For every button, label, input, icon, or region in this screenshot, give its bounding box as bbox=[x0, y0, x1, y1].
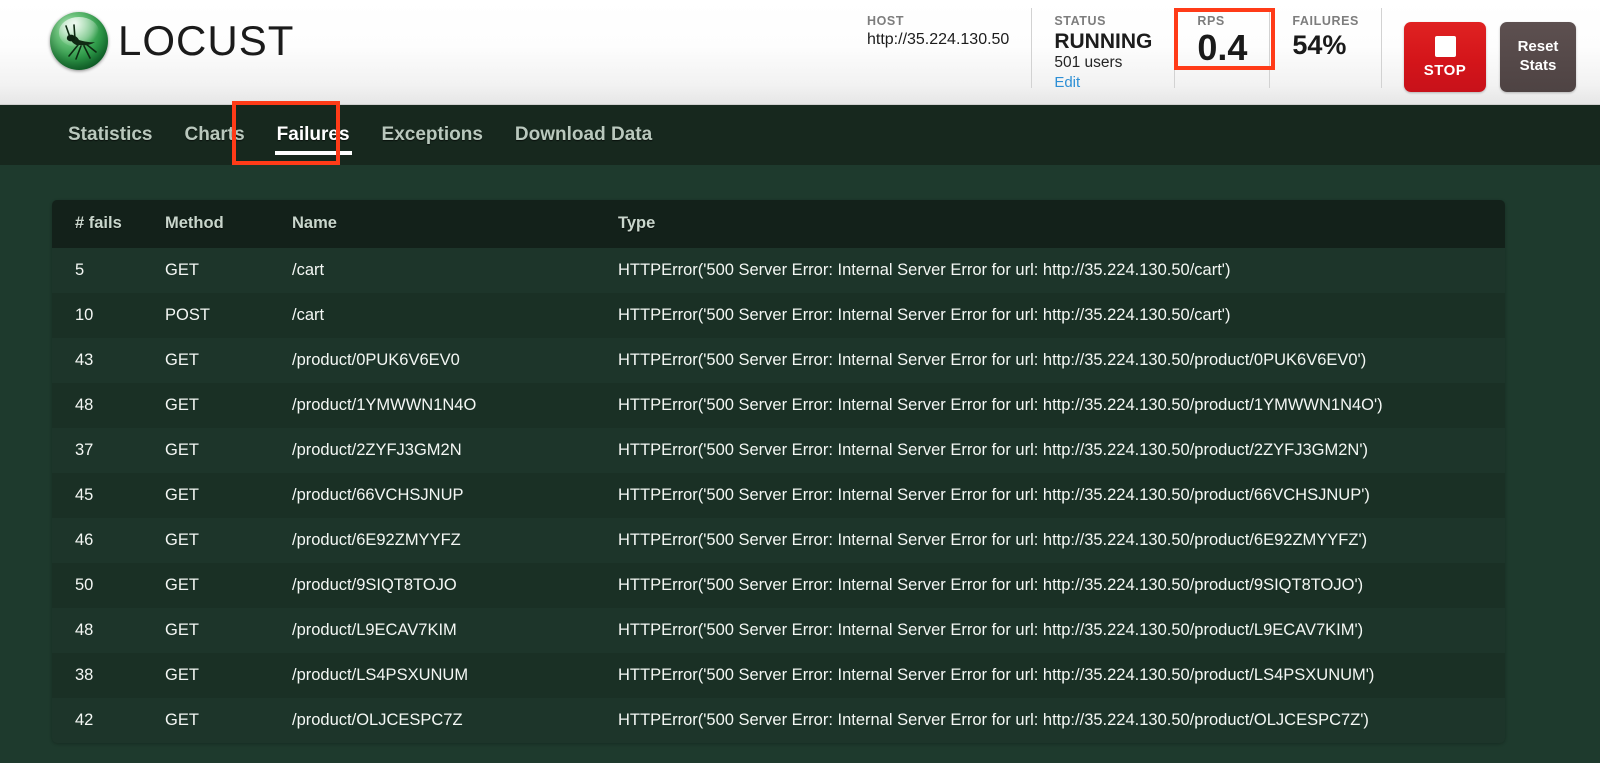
column-header-method[interactable]: Method bbox=[165, 200, 292, 248]
cell-type: HTTPError('500 Server Error: Internal Se… bbox=[618, 338, 1505, 383]
stop-button-label: STOP bbox=[1424, 62, 1467, 79]
cell-name: /product/OLJCESPC7Z bbox=[292, 698, 618, 743]
tab-statistics[interactable]: Statistics bbox=[52, 105, 168, 165]
brand-name: LOCUST bbox=[118, 17, 294, 65]
cell-name: /product/LS4PSXUNUM bbox=[292, 653, 618, 698]
cell-fails: 37 bbox=[52, 428, 165, 473]
cell-method: GET bbox=[165, 518, 292, 563]
rps-value: 0.4 bbox=[1197, 30, 1247, 66]
host-value: http://35.224.130.50 bbox=[867, 31, 1009, 49]
table-row[interactable]: 45GET/product/66VCHSJNUPHTTPError('500 S… bbox=[52, 473, 1505, 518]
stat-failures: FAILURES 54% bbox=[1270, 8, 1382, 88]
stat-rps: RPS 0.4 bbox=[1175, 8, 1270, 88]
cell-fails: 5 bbox=[52, 248, 165, 293]
failures-table: # fails Method Name Type 5GET/cartHTTPEr… bbox=[52, 200, 1505, 743]
cell-type: HTTPError('500 Server Error: Internal Se… bbox=[618, 473, 1505, 518]
stop-button[interactable]: STOP bbox=[1404, 22, 1486, 92]
stop-square-icon bbox=[1435, 36, 1456, 57]
cell-name: /product/66VCHSJNUP bbox=[292, 473, 618, 518]
brand-logo: LOCUST bbox=[50, 12, 294, 70]
cell-type: HTTPError('500 Server Error: Internal Se… bbox=[618, 563, 1505, 608]
status-user-count: 501 users bbox=[1054, 53, 1152, 73]
table-row[interactable]: 37GET/product/2ZYFJ3GM2NHTTPError('500 S… bbox=[52, 428, 1505, 473]
reset-stats-button[interactable]: Reset Stats bbox=[1500, 22, 1576, 92]
cell-method: POST bbox=[165, 293, 292, 338]
cell-name: /product/0PUK6V6EV0 bbox=[292, 338, 618, 383]
failures-label: FAILURES bbox=[1292, 14, 1359, 28]
cell-method: GET bbox=[165, 383, 292, 428]
cell-type: HTTPError('500 Server Error: Internal Se… bbox=[618, 293, 1505, 338]
table-body: 5GET/cartHTTPError('500 Server Error: In… bbox=[52, 248, 1505, 743]
host-label: HOST bbox=[867, 14, 1009, 28]
cell-type: HTTPError('500 Server Error: Internal Se… bbox=[618, 428, 1505, 473]
cell-name: /product/1YMWWN1N4O bbox=[292, 383, 618, 428]
cell-name: /cart bbox=[292, 293, 618, 338]
cell-name: /product/6E92ZMYYFZ bbox=[292, 518, 618, 563]
cell-type: HTTPError('500 Server Error: Internal Se… bbox=[618, 653, 1505, 698]
table-row[interactable]: 46GET/product/6E92ZMYYFZHTTPError('500 S… bbox=[52, 518, 1505, 563]
cell-type: HTTPError('500 Server Error: Internal Se… bbox=[618, 383, 1505, 428]
header-stats: HOST http://35.224.130.50 STATUS RUNNING… bbox=[845, 0, 1600, 88]
cell-method: GET bbox=[165, 563, 292, 608]
cell-name: /product/9SIQT8TOJO bbox=[292, 563, 618, 608]
tab-charts[interactable]: Charts bbox=[168, 105, 260, 165]
table-row[interactable]: 10POST/cartHTTPError('500 Server Error: … bbox=[52, 293, 1505, 338]
column-header-name[interactable]: Name bbox=[292, 200, 618, 248]
cell-method: GET bbox=[165, 338, 292, 383]
cell-name: /product/L9ECAV7KIM bbox=[292, 608, 618, 653]
stat-host: HOST http://35.224.130.50 bbox=[845, 8, 1032, 88]
table-header-row: # fails Method Name Type bbox=[52, 200, 1505, 248]
table-row[interactable]: 42GET/product/OLJCESPC7ZHTTPError('500 S… bbox=[52, 698, 1505, 743]
rps-label: RPS bbox=[1197, 14, 1247, 28]
table-row[interactable]: 48GET/product/1YMWWN1N4OHTTPError('500 S… bbox=[52, 383, 1505, 428]
cell-type: HTTPError('500 Server Error: Internal Se… bbox=[618, 518, 1505, 563]
cell-type: HTTPError('500 Server Error: Internal Se… bbox=[618, 248, 1505, 293]
edit-link[interactable]: Edit bbox=[1054, 73, 1152, 93]
cell-fails: 38 bbox=[52, 653, 165, 698]
cell-fails: 46 bbox=[52, 518, 165, 563]
cell-method: GET bbox=[165, 248, 292, 293]
main-nav: Statistics Charts Failures Exceptions Do… bbox=[0, 105, 1600, 165]
cell-fails: 48 bbox=[52, 383, 165, 428]
cell-method: GET bbox=[165, 473, 292, 518]
tab-download-data[interactable]: Download Data bbox=[499, 105, 668, 165]
tab-failures[interactable]: Failures bbox=[261, 105, 366, 165]
stat-status: STATUS RUNNING 501 users Edit bbox=[1032, 8, 1175, 88]
locust-insect-glyph bbox=[50, 12, 108, 70]
cell-fails: 43 bbox=[52, 338, 165, 383]
tab-exceptions[interactable]: Exceptions bbox=[366, 105, 499, 165]
cell-fails: 48 bbox=[52, 608, 165, 653]
cell-fails: 42 bbox=[52, 698, 165, 743]
locust-logo-icon bbox=[50, 12, 108, 70]
cell-method: GET bbox=[165, 698, 292, 743]
table-row[interactable]: 5GET/cartHTTPError('500 Server Error: In… bbox=[52, 248, 1505, 293]
cell-method: GET bbox=[165, 428, 292, 473]
table-row[interactable]: 43GET/product/0PUK6V6EV0HTTPError('500 S… bbox=[52, 338, 1505, 383]
status-value: RUNNING bbox=[1054, 31, 1152, 53]
locust-head bbox=[67, 35, 75, 42]
table-head: # fails Method Name Type bbox=[52, 200, 1505, 248]
cell-fails: 45 bbox=[52, 473, 165, 518]
column-header-fails[interactable]: # fails bbox=[52, 200, 165, 248]
table-row[interactable]: 48GET/product/L9ECAV7KIMHTTPError('500 S… bbox=[52, 608, 1505, 653]
failures-value: 54% bbox=[1292, 31, 1359, 59]
cell-fails: 50 bbox=[52, 563, 165, 608]
header-buttons: STOP Reset Stats bbox=[1404, 8, 1576, 88]
cell-fails: 10 bbox=[52, 293, 165, 338]
cell-type: HTTPError('500 Server Error: Internal Se… bbox=[618, 698, 1505, 743]
column-header-type[interactable]: Type bbox=[618, 200, 1505, 248]
table-row[interactable]: 38GET/product/LS4PSXUNUMHTTPError('500 S… bbox=[52, 653, 1505, 698]
failures-table-wrapper: # fails Method Name Type 5GET/cartHTTPEr… bbox=[52, 200, 1505, 743]
app-header: LOCUST HOST http://35.224.130.50 STATUS … bbox=[0, 0, 1600, 105]
cell-method: GET bbox=[165, 653, 292, 698]
cell-type: HTTPError('500 Server Error: Internal Se… bbox=[618, 608, 1505, 653]
content-area: # fails Method Name Type 5GET/cartHTTPEr… bbox=[0, 165, 1600, 763]
cell-method: GET bbox=[165, 608, 292, 653]
cell-name: /product/2ZYFJ3GM2N bbox=[292, 428, 618, 473]
table-row[interactable]: 50GET/product/9SIQT8TOJOHTTPError('500 S… bbox=[52, 563, 1505, 608]
status-label: STATUS bbox=[1054, 14, 1152, 28]
cell-name: /cart bbox=[292, 248, 618, 293]
